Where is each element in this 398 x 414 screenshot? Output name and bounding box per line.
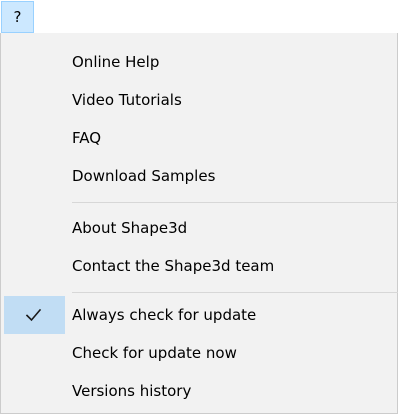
menu-bar: ? — [0, 0, 398, 34]
menu-item-faq[interactable]: FAQ — [1, 119, 397, 157]
menu-item-contact-team[interactable]: Contact the Shape3d team — [1, 247, 397, 285]
menu-item-label: Contact the Shape3d team — [72, 257, 275, 275]
menu-item-check-update-now[interactable]: Check for update now — [1, 334, 397, 372]
menu-separator — [72, 292, 398, 293]
menu-item-label: Download Samples — [72, 167, 216, 185]
menu-item-label: Video Tutorials — [72, 91, 182, 109]
menu-item-label: Check for update now — [72, 344, 237, 362]
check-icon — [25, 308, 42, 322]
menu-separator — [72, 202, 398, 203]
menu-item-about-shape3d[interactable]: About Shape3d — [1, 209, 397, 247]
help-dropdown-menu: Online Help Video Tutorials FAQ Download… — [0, 33, 398, 414]
menu-item-label: FAQ — [72, 129, 102, 147]
help-menu-button[interactable]: ? — [1, 1, 34, 33]
menu-item-label: Versions history — [72, 382, 192, 400]
menu-item-versions-history[interactable]: Versions history — [1, 372, 397, 410]
menu-item-online-help[interactable]: Online Help — [1, 43, 397, 81]
menu-item-label: About Shape3d — [72, 219, 188, 237]
menu-item-download-samples[interactable]: Download Samples — [1, 157, 397, 195]
menu-item-label: Online Help — [72, 53, 160, 71]
help-menu-label: ? — [13, 8, 22, 26]
menu-item-always-check-update[interactable]: Always check for update — [1, 296, 397, 334]
menu-item-label: Always check for update — [72, 306, 257, 324]
menu-item-video-tutorials[interactable]: Video Tutorials — [1, 81, 397, 119]
